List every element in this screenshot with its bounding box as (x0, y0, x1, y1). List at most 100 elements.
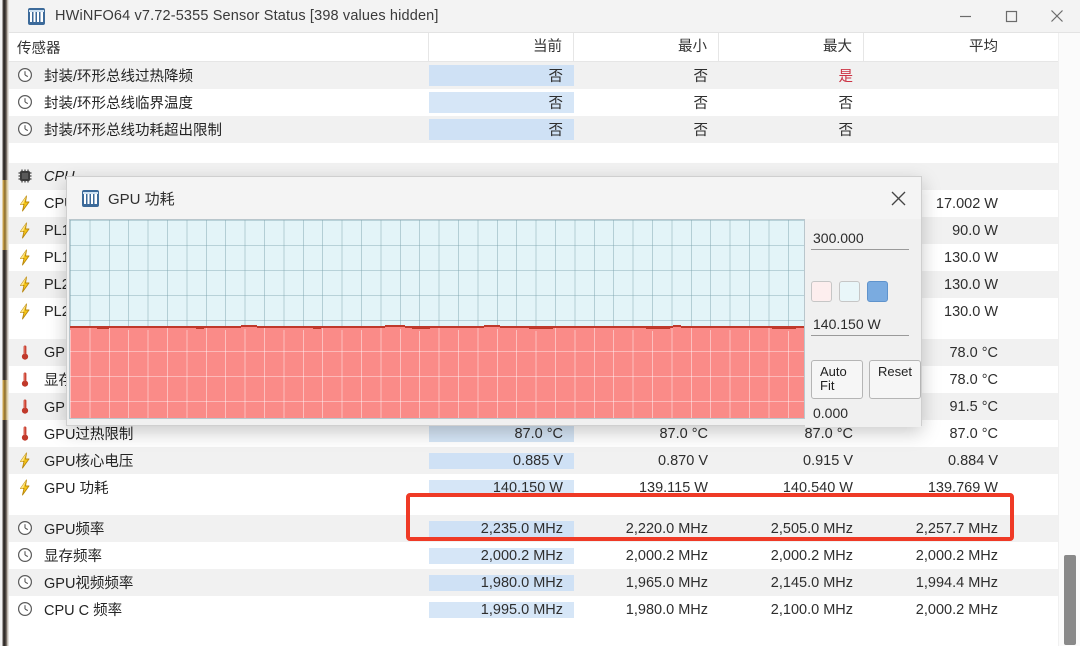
table-row[interactable]: 显存频率 2,000.2 MHz 2,000.2 MHz 2,000.2 MHz 2,0… (9, 542, 1058, 569)
sensor-min-cell: 0.870 V (658, 452, 708, 469)
vertical-scrollbar[interactable] (1058, 33, 1080, 646)
sensor-name-cell[interactable]: GPU频率 (9, 518, 429, 539)
column-header-sensor[interactable]: 传感器 (9, 33, 429, 62)
bolt-icon (17, 303, 37, 321)
graph-title: GPU 功耗 (108, 190, 175, 208)
bolt-icon (17, 276, 37, 294)
table-row[interactable]: GPU频率 2,235.0 MHz 2,220.0 MHz 2,505.0 MHz 2,… (9, 515, 1058, 542)
sensor-name-label: 显存频率 (44, 549, 102, 565)
column-header-avg[interactable]: 平均 (864, 33, 1009, 62)
sensor-avg-cell: 87.0 °C (949, 425, 998, 442)
sensor-name-label: 封装/环形总线功耗超出限制 (44, 123, 223, 139)
table-row[interactable]: 封装/环形总线功耗超出限制 否 否 否 (9, 116, 1058, 143)
sensor-min-cell: 否 (693, 96, 709, 112)
sensor-max-cell: 2,505.0 MHz (770, 520, 853, 537)
sensor-min-cell: 否 (693, 69, 709, 85)
hwinfo-icon (28, 7, 45, 25)
sensor-name-cell[interactable]: 封装/环形总线临界温度 (9, 92, 429, 113)
window-left-edge-glow-2 (0, 380, 9, 420)
swatch-fill-color[interactable] (811, 281, 832, 302)
sensor-current-cell: 1,980.0 MHz (429, 574, 574, 591)
titlebar: HWiNFO64 v7.72-5355 Sensor Status [398 v… (9, 0, 1080, 33)
sensor-max-cell: 是 (838, 69, 854, 85)
sensor-avg-cell: 139.769 W (927, 479, 998, 496)
hwinfo-sensor-status-window: HWiNFO64 v7.72-5355 Sensor Status [398 v… (0, 0, 1080, 646)
sensor-name-cell[interactable]: 封装/环形总线过热降频 (9, 65, 429, 86)
clock-icon (17, 94, 37, 112)
sensor-min-cell: 87.0 °C (659, 425, 708, 442)
bolt-icon (17, 222, 37, 240)
table-row[interactable]: GPU 功耗 140.150 W 139.115 W 140.540 W 139.769… (9, 474, 1058, 501)
sensor-min-cell: 139.115 W (638, 479, 708, 496)
table-row[interactable]: 封装/环形总线过热降频 否 否 是 (9, 62, 1058, 89)
auto-fit-button[interactable]: Auto Fit (811, 360, 864, 399)
clock-icon (17, 547, 37, 565)
chip-icon (17, 168, 37, 186)
sensor-name-cell[interactable]: GPU 功耗 (9, 477, 429, 498)
table-row[interactable]: GPU视频频率 1,980.0 MHz 1,965.0 MHz 2,145.0 MHz… (9, 569, 1058, 596)
sensor-avg-cell: 0.884 V (948, 452, 998, 469)
sensor-max-cell: 否 (838, 96, 854, 112)
sensor-min-cell: 1,980.0 MHz (625, 601, 708, 618)
sensor-min-cell: 1,965.0 MHz (625, 574, 708, 591)
sensor-name-cell[interactable]: GPU核心电压 (9, 450, 429, 471)
swatch-selected-color[interactable] (867, 281, 888, 302)
sensor-name-cell[interactable]: 封装/环形总线功耗超出限制 (9, 119, 429, 140)
graph-side-panel: 300.000 140.150 W Auto Fit Reset 0.000 (805, 219, 921, 427)
column-header-min[interactable]: 最小 (574, 33, 719, 62)
bolt-icon (17, 249, 37, 267)
clock-icon (17, 121, 37, 139)
table-header-row: 传感器 当前 最小 最大 平均 (9, 33, 1058, 62)
sensor-name-label: GPU核心电压 (44, 454, 134, 470)
axis-min-field[interactable]: 0.000 (811, 404, 909, 424)
window-controls (942, 0, 1080, 33)
graph-close-button[interactable] (875, 177, 921, 219)
sensor-avg-cell: 2,000.2 MHz (915, 547, 998, 564)
column-header-max[interactable]: 最大 (719, 33, 864, 62)
sensor-current-cell: 否 (429, 119, 574, 140)
hwinfo-graph-icon (82, 189, 99, 207)
scrollbar-thumb[interactable] (1064, 555, 1076, 645)
swatch-background-color[interactable] (839, 281, 860, 302)
chart-fill-gridlines (70, 326, 804, 418)
clock-icon (17, 520, 37, 538)
axis-max-field[interactable]: 300.000 (811, 229, 909, 250)
thermometer-icon (17, 425, 37, 443)
table-row[interactable]: GPU核心电压 0.885 V 0.870 V 0.915 V 0.884 V (9, 447, 1058, 474)
thermometer-icon (17, 371, 37, 389)
chart-area-fill (70, 326, 804, 418)
current-value: 140.150 W (811, 315, 909, 336)
sensor-max-cell: 2,100.0 MHz (770, 601, 853, 618)
gpu-power-chart[interactable] (69, 219, 805, 419)
sensor-name-label: CPU C 频率 (44, 603, 123, 619)
sensor-max-cell: 否 (838, 123, 854, 139)
graph-body: 300.000 140.150 W Auto Fit Reset 0.000 (67, 219, 921, 427)
sensor-current-cell: 87.0 °C (429, 425, 574, 442)
maximize-button[interactable] (988, 0, 1034, 33)
sensor-name-label: 封装/环形总线临界温度 (44, 96, 194, 112)
bolt-icon (17, 452, 37, 470)
minimize-button[interactable] (942, 0, 988, 33)
axis-max-value: 300.000 (811, 229, 909, 250)
sensor-current-cell: 2,000.2 MHz (429, 547, 574, 564)
window-left-edge (0, 0, 9, 646)
current-value-field[interactable]: 140.150 W (811, 315, 909, 336)
sensor-name-cell[interactable]: 显存频率 (9, 545, 429, 566)
gpu-power-graph-window[interactable]: GPU 功耗 300.000 140.150 W Auto Fit Reset … (66, 176, 922, 427)
table-row[interactable]: 封装/环形总线临界温度 否 否 否 (9, 89, 1058, 116)
sensor-name-cell[interactable]: CPU C 频率 (9, 599, 429, 620)
table-row[interactable]: CPU C 频率 1,995.0 MHz 1,980.0 MHz 2,100.0 MH… (9, 596, 1058, 623)
sensor-current-cell: 否 (429, 65, 574, 86)
sensor-min-cell: 2,220.0 MHz (625, 520, 708, 537)
close-button[interactable] (1034, 0, 1080, 33)
reset-button[interactable]: Reset (869, 360, 921, 399)
window-title: HWiNFO64 v7.72-5355 Sensor Status [398 v… (55, 8, 439, 24)
column-header-current[interactable]: 当前 (429, 33, 574, 62)
sensor-name-label: 封装/环形总线过热降频 (44, 69, 194, 85)
sensor-current-cell: 0.885 V (429, 452, 574, 469)
sensor-name-cell[interactable]: GPU视频频率 (9, 572, 429, 593)
sensor-max-cell: 2,145.0 MHz (770, 574, 853, 591)
sensor-name-label: GPU 功耗 (44, 481, 109, 497)
series-color-swatches (811, 281, 888, 302)
sensor-current-cell: 2,235.0 MHz (429, 520, 574, 537)
